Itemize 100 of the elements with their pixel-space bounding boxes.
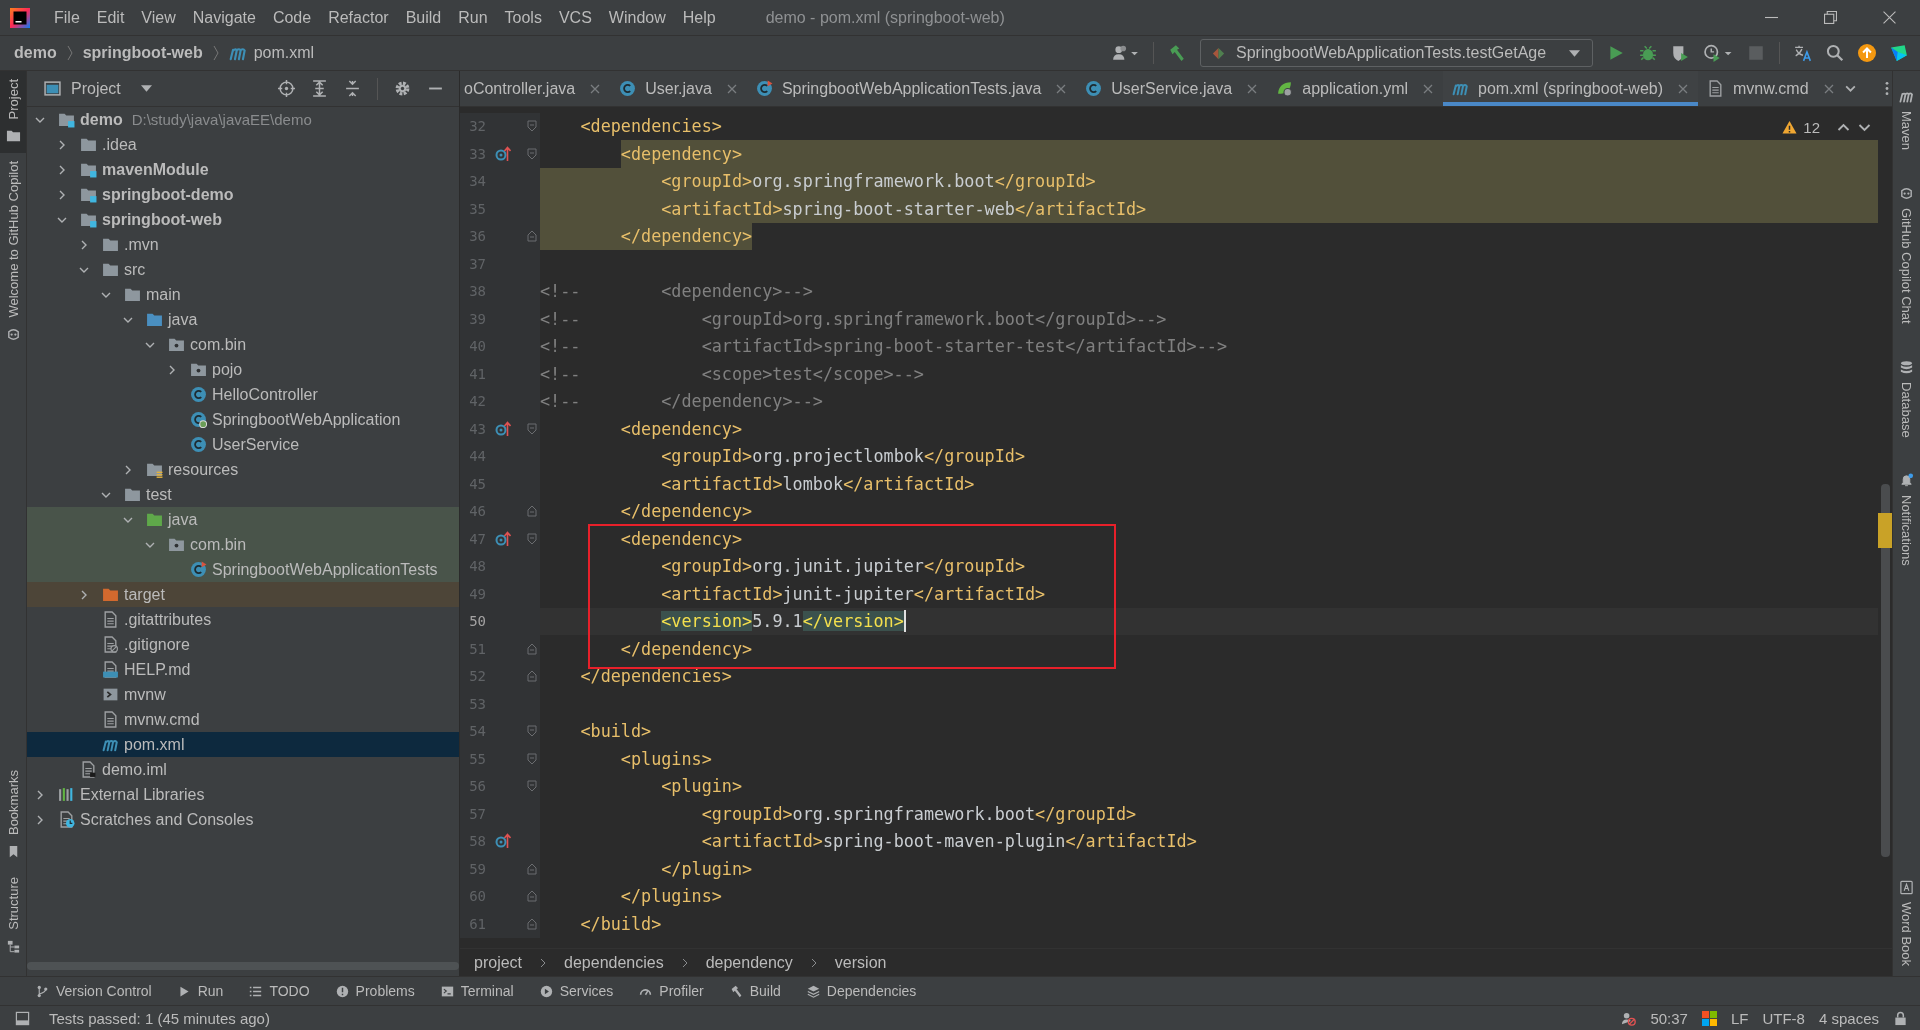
tree-item[interactable]: HelloController xyxy=(27,382,459,407)
tool-window-button[interactable]: TODO xyxy=(249,983,310,999)
tool-window-button[interactable]: Build xyxy=(729,983,781,999)
menu-item[interactable]: View xyxy=(135,5,182,30)
tree-item[interactable]: pojo xyxy=(27,357,459,382)
tree-item[interactable]: springboot-web xyxy=(27,207,459,232)
editor-tab[interactable]: oController.java xyxy=(460,71,611,106)
search-icon[interactable] xyxy=(1826,44,1844,62)
restore-icon[interactable] xyxy=(1824,11,1837,24)
tree-item[interactable]: mvnw xyxy=(27,682,459,707)
menu-item[interactable]: File xyxy=(48,5,86,30)
close-icon[interactable] xyxy=(726,83,737,94)
close-icon[interactable] xyxy=(1423,83,1434,94)
tree-item[interactable]: demo.iml xyxy=(27,757,459,782)
close-icon[interactable] xyxy=(1247,83,1258,94)
shield-play-icon[interactable] xyxy=(1671,44,1689,62)
breadcrumb-item[interactable]: version xyxy=(834,953,887,972)
tree-item[interactable]: Scratches and Consoles xyxy=(27,807,459,832)
fold-marker-icon[interactable] xyxy=(527,422,537,435)
tree-item[interactable]: resources xyxy=(27,457,459,482)
tree-item[interactable]: SpringbootWebApplication xyxy=(27,407,459,432)
tool-window-button[interactable]: Structure xyxy=(0,869,26,964)
tool-window-button[interactable]: Database xyxy=(1893,359,1920,438)
tree-item[interactable]: HELP.md xyxy=(27,657,459,682)
warning-stripe-marker[interactable] xyxy=(1878,513,1892,548)
menu-item[interactable]: Refactor xyxy=(322,5,395,30)
close-icon[interactable] xyxy=(590,83,601,94)
tree-item[interactable]: mavenModule xyxy=(27,157,459,182)
caret-position[interactable]: 50:37 xyxy=(1650,1009,1688,1027)
view-selector[interactable]: Project xyxy=(71,79,152,98)
tool-window-button[interactable]: Profiler xyxy=(639,983,704,999)
more-options-icon[interactable] xyxy=(1884,81,1889,96)
tool-window-button[interactable]: Maven xyxy=(1893,89,1920,151)
fold-marker-icon[interactable] xyxy=(527,147,537,160)
tree-item[interactable]: SpringbootWebApplicationTests xyxy=(27,557,459,582)
fold-marker-icon[interactable] xyxy=(527,862,537,875)
warning-count[interactable]: 12 xyxy=(1803,119,1820,136)
editor-tab[interactable]: application.yml xyxy=(1267,71,1444,106)
menu-item[interactable]: Window xyxy=(602,5,672,30)
tree-item[interactable]: main xyxy=(27,282,459,307)
tool-window-button[interactable]: Project xyxy=(0,71,26,154)
people-icon[interactable] xyxy=(1112,44,1139,62)
fold-marker-icon[interactable] xyxy=(527,780,537,793)
menu-item[interactable]: Run xyxy=(452,5,494,30)
arrow-up-circle-icon[interactable] xyxy=(1858,44,1876,62)
breadcrumb-item[interactable]: demo xyxy=(14,44,57,62)
close-icon[interactable] xyxy=(1678,83,1688,94)
circle-up-arrow-icon[interactable] xyxy=(495,833,511,850)
breadcrumb-item[interactable]: dependencies xyxy=(564,953,664,972)
fold-marker-icon[interactable] xyxy=(527,505,537,518)
menu-item[interactable]: Navigate xyxy=(186,5,262,30)
fold-marker-icon[interactable] xyxy=(527,642,537,655)
tool-window-button[interactable]: Services xyxy=(539,983,614,999)
expand-all-icon[interactable] xyxy=(311,80,328,97)
menu-item[interactable]: VCS xyxy=(552,5,598,30)
tool-window-button[interactable]: Problems xyxy=(335,983,415,999)
tool-window-button[interactable]: Notifications xyxy=(1893,473,1920,567)
tool-window-button[interactable]: Welcome to GitHub Copilot xyxy=(0,153,26,352)
circle-up-arrow-icon[interactable] xyxy=(495,420,511,437)
tool-window-button[interactable]: Terminal xyxy=(440,983,514,999)
tool-window-button[interactable]: Run xyxy=(177,983,224,999)
tree-item[interactable]: mvnw.cmd xyxy=(27,707,459,732)
colorful-logo-icon[interactable] xyxy=(1890,44,1908,62)
tree-item[interactable]: .mvn xyxy=(27,232,459,257)
close-icon[interactable] xyxy=(1056,83,1067,94)
close-icon[interactable] xyxy=(1823,83,1834,94)
run-configuration-dropdown[interactable]: SpringbootWebApplicationTests.testGetAge xyxy=(1200,39,1593,67)
tree-item[interactable]: com.bin xyxy=(27,332,459,357)
tree-item[interactable]: com.bin xyxy=(27,532,459,557)
breadcrumb-item[interactable]: project xyxy=(474,953,523,972)
horizontal-scrollbar[interactable] xyxy=(27,962,459,970)
close-icon[interactable] xyxy=(1883,11,1896,24)
editor-tab[interactable]: SpringbootWebApplicationTests.java xyxy=(746,71,1077,106)
tree-item[interactable]: demo D:\study\java\javaEE\demo xyxy=(27,107,459,132)
lock-icon[interactable] xyxy=(1893,1010,1908,1026)
tree-item[interactable]: .idea xyxy=(27,132,459,157)
four-squares-icon[interactable] xyxy=(1701,1010,1717,1026)
menu-item[interactable]: Edit xyxy=(90,5,131,30)
translate-icon[interactable] xyxy=(1794,44,1812,62)
file-encoding[interactable]: UTF-8 xyxy=(1762,1009,1805,1027)
tool-window-button[interactable]: GitHub Copilot Chat xyxy=(1893,186,1920,324)
menu-item[interactable]: Tools xyxy=(498,5,548,30)
breadcrumb-item[interactable]: dependency xyxy=(705,953,793,972)
tree-item[interactable]: java xyxy=(27,307,459,332)
editor-tab[interactable]: UserService.java xyxy=(1076,71,1268,106)
tree-item[interactable]: java xyxy=(27,507,459,532)
tool-window-button[interactable]: Word Book xyxy=(1893,879,1920,966)
tree-item[interactable]: target xyxy=(27,582,459,607)
fold-marker-icon[interactable] xyxy=(527,890,537,903)
settings-icon[interactable] xyxy=(394,80,411,97)
tool-window-button[interactable]: Dependencies xyxy=(806,983,917,999)
fold-marker-icon[interactable] xyxy=(527,917,537,930)
tree-item[interactable]: .gitattributes xyxy=(27,607,459,632)
line-separator[interactable]: LF xyxy=(1730,1009,1749,1027)
square-icon[interactable] xyxy=(15,1010,30,1026)
clock-play-icon[interactable] xyxy=(1703,44,1733,62)
fold-marker-icon[interactable] xyxy=(527,752,537,765)
hammer-icon[interactable] xyxy=(1168,44,1186,62)
breadcrumb-item[interactable]: pom.xml xyxy=(253,44,315,62)
tree-item[interactable]: External Libraries xyxy=(27,782,459,807)
